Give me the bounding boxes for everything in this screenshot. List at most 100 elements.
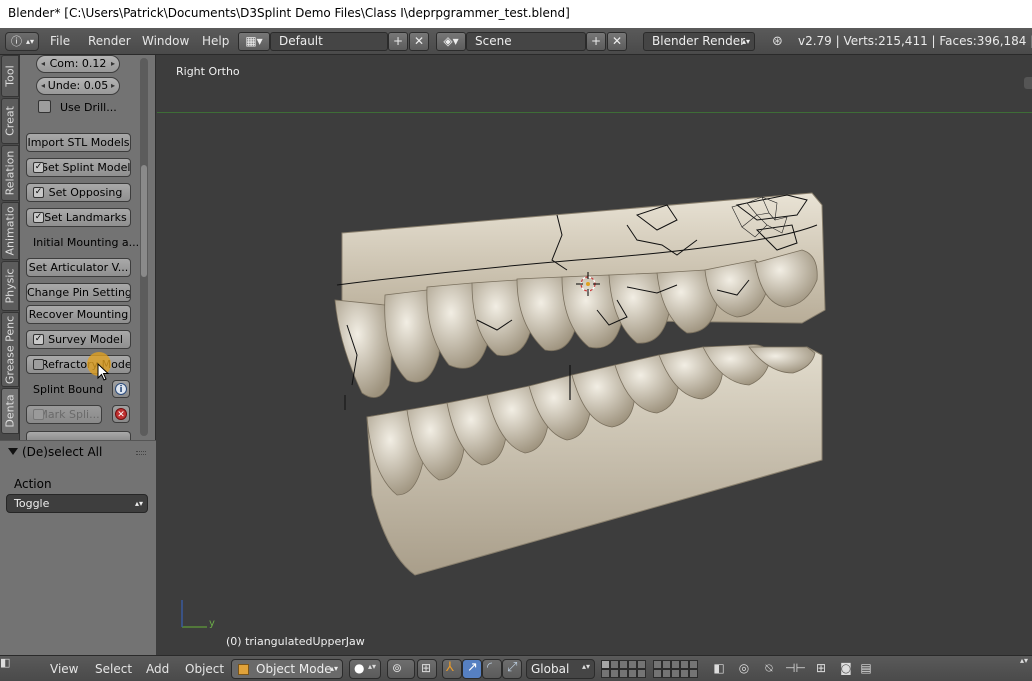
change-pin-setting-button[interactable]: Change Pin Setting bbox=[26, 283, 131, 302]
use-drill-checkbox[interactable] bbox=[38, 100, 51, 113]
tab-relation[interactable]: Relation bbox=[1, 145, 19, 201]
snap-element-icon[interactable]: ⊣⊢ bbox=[785, 659, 806, 679]
menu-help[interactable]: Help bbox=[202, 33, 229, 50]
offset-field[interactable]: ◂ Com: 0.12 ▸ bbox=[36, 55, 120, 73]
render-engine-select[interactable]: Blender Render ▴▾ bbox=[643, 32, 755, 51]
manipulator-toggle[interactable]: ⅄ bbox=[442, 659, 462, 679]
menu-view[interactable]: View bbox=[50, 662, 78, 676]
button-label: Refractory Model bbox=[41, 358, 131, 371]
window-title: Blender* [C:\Users\Patrick\Documents\D3S… bbox=[0, 0, 1032, 28]
rotate-icon: ◜ bbox=[487, 660, 493, 675]
remove-scene-icon[interactable]: ✕ bbox=[607, 32, 627, 51]
tab-grease-pencil[interactable]: Grease Penc bbox=[1, 312, 19, 387]
manipulator-icon: ⅄ bbox=[446, 660, 454, 675]
orientation-label: Global bbox=[531, 662, 570, 676]
updown-arrow-icon: ▴▾ bbox=[581, 662, 590, 671]
button-label: Survey Model bbox=[48, 333, 123, 346]
arrow-left-icon: ◂ bbox=[41, 81, 46, 90]
render-camera-icon[interactable]: ◙ bbox=[837, 659, 855, 679]
viewport-shading-select[interactable]: ● ▴▾ bbox=[349, 659, 381, 679]
render-animation-icon[interactable]: ▤ bbox=[857, 659, 875, 679]
grip-icon bbox=[136, 451, 146, 455]
menu-object[interactable]: Object bbox=[185, 662, 224, 676]
tab-tool[interactable]: Tool bbox=[1, 55, 19, 97]
center-icon: ⊞ bbox=[421, 661, 432, 675]
axis-gizmo bbox=[181, 600, 207, 628]
import-stl-button[interactable]: Import STL Models bbox=[26, 133, 131, 152]
partial-row bbox=[26, 431, 131, 440]
manipulate-center-toggle[interactable]: ⊞ bbox=[417, 659, 437, 679]
proportional-edit-icon[interactable]: ◎ bbox=[735, 659, 753, 679]
arrow-right-icon: ▸ bbox=[110, 81, 115, 90]
tool-shelf-scroll-thumb[interactable] bbox=[141, 165, 147, 277]
scene-stats: v2.79 | Verts:215,411 | Faces:396,184 | … bbox=[798, 34, 1032, 48]
splint-bound-label: Splint Bound bbox=[33, 383, 104, 396]
editor-type-button[interactable]: ⓘ ▴▾ bbox=[5, 32, 39, 51]
scene-field[interactable]: Scene bbox=[466, 32, 586, 51]
tab-label: Denta bbox=[3, 394, 17, 428]
action-label: Action bbox=[14, 477, 52, 491]
orientation-select[interactable]: Global ▴▾ bbox=[526, 659, 595, 679]
object-mode-icon bbox=[238, 664, 249, 675]
set-opposing-button[interactable]: ✓ Set Opposing bbox=[26, 183, 131, 202]
set-splint-model-button[interactable]: ✓ Set Splint Model bbox=[26, 158, 131, 177]
action-select[interactable]: Toggle ▴▾ bbox=[6, 494, 148, 513]
undercut-field[interactable]: ◂ Unde: 0.05 ▸ bbox=[36, 77, 120, 95]
updown-arrow-icon: ▴▾ bbox=[1019, 656, 1028, 665]
tab-label: Grease Penc bbox=[3, 315, 17, 384]
info-header: ⓘ ▴▾ File Render Window Help ▦▾ Default +… bbox=[0, 28, 1032, 55]
tab-create[interactable]: Creat bbox=[1, 98, 19, 144]
info-button[interactable]: i bbox=[112, 380, 130, 398]
menu-render[interactable]: Render bbox=[88, 33, 131, 50]
add-scene-icon[interactable]: + bbox=[586, 32, 606, 51]
solid-shading-icon: ● bbox=[354, 661, 365, 675]
menu-file[interactable]: File bbox=[50, 33, 70, 50]
cancel-button[interactable]: ✕ bbox=[112, 405, 130, 423]
render-engine-label: Blender Render bbox=[652, 34, 746, 48]
pivot-point-select[interactable]: ⊚ bbox=[387, 659, 415, 679]
translate-toggle[interactable]: ↗ bbox=[462, 659, 482, 679]
tab-animation[interactable]: Animatio bbox=[1, 202, 19, 260]
recover-mounting-button[interactable]: Recover Mounting bbox=[26, 305, 131, 324]
field-label: Unde: 0.05 bbox=[47, 79, 109, 92]
mouse-cursor-icon bbox=[97, 363, 110, 381]
survey-model-button[interactable]: ✓ Survey Model bbox=[26, 330, 131, 349]
mark-splint-button[interactable]: Mark Spli... bbox=[26, 405, 102, 424]
screen-layout-field[interactable]: Default bbox=[270, 32, 388, 51]
scale-toggle[interactable]: ⤢ bbox=[502, 659, 522, 679]
tab-label: Tool bbox=[3, 65, 17, 87]
menu-add[interactable]: Add bbox=[146, 662, 169, 676]
refractory-model-button[interactable]: Refractory Model bbox=[26, 355, 131, 374]
tab-label: Physic bbox=[3, 268, 17, 304]
lock-layers-icon[interactable]: ◧ bbox=[710, 659, 728, 679]
screen-layout-icon[interactable]: ▦▾ bbox=[238, 32, 270, 51]
snap-target-icon[interactable]: ⊞ bbox=[812, 659, 830, 679]
set-landmarks-button[interactable]: ✓ Set Landmarks bbox=[26, 208, 131, 227]
rotate-toggle[interactable]: ◜ bbox=[482, 659, 502, 679]
menu-window[interactable]: Window bbox=[142, 33, 189, 50]
tab-physics[interactable]: Physic bbox=[1, 261, 19, 311]
remove-layout-icon[interactable]: ✕ bbox=[409, 32, 429, 51]
snap-icon[interactable]: ⍉ bbox=[760, 659, 778, 679]
3d-viewport[interactable]: Right Ortho y (0) triangulatedUpperJaw bbox=[157, 55, 1032, 655]
arrow-right-icon: ▸ bbox=[110, 59, 115, 68]
layers-group-b[interactable] bbox=[653, 660, 698, 678]
layers-group-a[interactable] bbox=[601, 660, 646, 678]
menu-select[interactable]: Select bbox=[95, 662, 132, 676]
updown-arrow-icon: ▴▾ bbox=[741, 37, 750, 46]
updown-arrow-icon: ▴▾ bbox=[134, 499, 143, 508]
add-layout-icon[interactable]: + bbox=[388, 32, 408, 51]
tab-label: Creat bbox=[3, 106, 17, 136]
button-label: Set Opposing bbox=[48, 186, 123, 199]
pivot-icon: ⊚ bbox=[392, 661, 403, 675]
tab-dental[interactable]: Denta bbox=[1, 388, 19, 434]
scene-icon[interactable]: ◈▾ bbox=[436, 32, 466, 51]
operator-panel-header[interactable]: (De)select All bbox=[0, 441, 156, 463]
set-articulator-button[interactable]: Set Articulator V... bbox=[26, 258, 131, 277]
field-label: Com: 0.12 bbox=[49, 57, 107, 70]
checkbox-empty-icon bbox=[33, 359, 44, 370]
translate-arrow-icon: ↗ bbox=[467, 660, 478, 675]
tab-label: Relation bbox=[3, 150, 17, 196]
mode-select[interactable]: Object Mode ▴▾ bbox=[231, 659, 343, 679]
updown-arrow-icon: ▴▾ bbox=[329, 664, 338, 673]
